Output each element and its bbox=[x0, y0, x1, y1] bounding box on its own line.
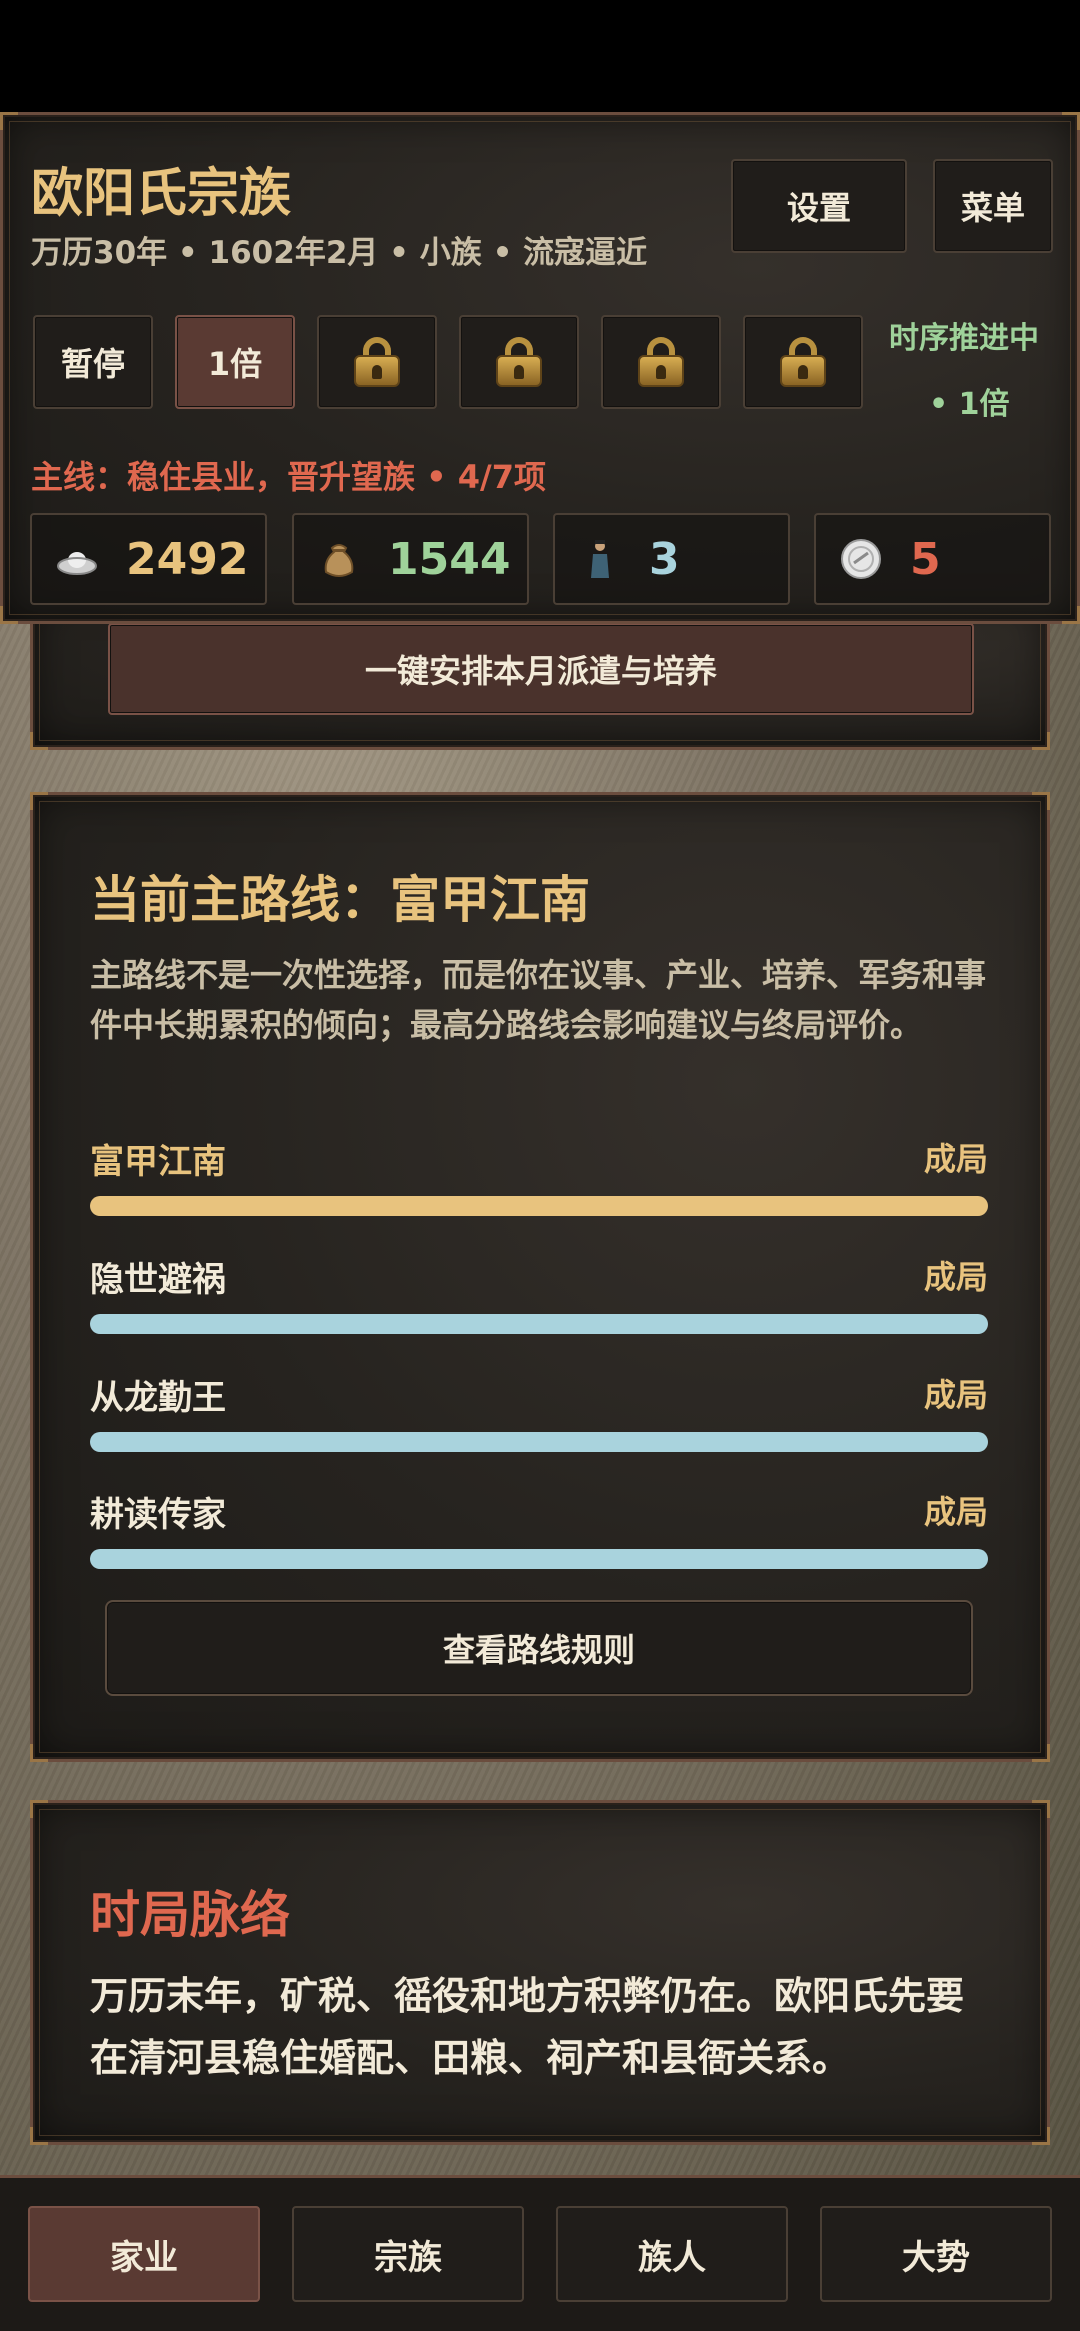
locked-speed-button-2[interactable] bbox=[459, 315, 579, 409]
clansman-resource[interactable]: 3 bbox=[553, 513, 790, 605]
nav-tab-clan[interactable]: 宗族 bbox=[292, 2206, 524, 2302]
nav-tab-world[interactable]: 大势 bbox=[820, 2206, 1052, 2302]
route-state: 成局 bbox=[923, 1258, 988, 1296]
settings-label: 设置 bbox=[786, 189, 851, 227]
route-name: 隐世避祸 bbox=[90, 1260, 226, 1300]
reputation-value: 5 bbox=[910, 533, 941, 585]
view-route-rules-label: 查看路线规则 bbox=[442, 1631, 635, 1669]
route-state: 成局 bbox=[923, 1493, 988, 1531]
route-state: 成局 bbox=[923, 1376, 988, 1414]
nav-tab-label: 宗族 bbox=[374, 2237, 442, 2278]
auto-arrange-label: 一键安排本月派遣与培养 bbox=[364, 652, 717, 690]
clansman-icon bbox=[579, 538, 621, 580]
locked-speed-button-4[interactable] bbox=[743, 315, 863, 409]
mainline-objective: 主线：稳住县业，晋升望族 • 4/7项 bbox=[31, 458, 546, 496]
route-row: 隐世避祸 成局 bbox=[90, 1252, 988, 1342]
silver-ingot-icon bbox=[56, 538, 98, 580]
clan-title: 欧阳氏宗族 bbox=[31, 164, 292, 224]
speed-1x-label: 1倍 bbox=[207, 345, 263, 383]
route-panel-title: 当前主路线：富甲江南 bbox=[90, 871, 590, 929]
route-progress-bar bbox=[90, 1432, 988, 1452]
nav-tab-label: 大势 bbox=[902, 2237, 970, 2278]
silver-value: 2492 bbox=[126, 533, 249, 585]
silver-resource[interactable]: 2492 bbox=[30, 513, 267, 605]
pause-button[interactable]: 暂停 bbox=[33, 315, 153, 409]
menu-button[interactable]: 菜单 bbox=[933, 159, 1053, 253]
lock-icon bbox=[492, 335, 546, 389]
pause-label: 暂停 bbox=[60, 345, 125, 383]
reputation-coin-icon bbox=[840, 538, 882, 580]
route-name: 从龙勤王 bbox=[90, 1378, 226, 1418]
lock-icon bbox=[350, 335, 404, 389]
grain-value: 1544 bbox=[388, 533, 511, 585]
route-name: 耕读传家 bbox=[90, 1495, 226, 1535]
time-status: 时序推进中 bbox=[889, 321, 1039, 356]
locked-speed-button-1[interactable] bbox=[317, 315, 437, 409]
nav-tab-estate[interactable]: 家业 bbox=[28, 2206, 260, 2302]
nav-tab-label: 族人 bbox=[638, 2237, 706, 2278]
grain-resource[interactable]: 1544 bbox=[292, 513, 529, 605]
reputation-resource[interactable]: 5 bbox=[814, 513, 1051, 605]
lock-icon bbox=[776, 335, 830, 389]
date-meta: 万历30年 • 1602年2月 • 小族 • 流寇逼近 bbox=[31, 235, 648, 271]
locked-speed-button-3[interactable] bbox=[601, 315, 721, 409]
route-row: 从龙勤王 成局 bbox=[90, 1370, 988, 1460]
situation-title: 时局脉络 bbox=[90, 1886, 290, 1944]
situation-text: 万历末年，矿税、徭役和地方积弊仍在。欧阳氏先要在清河县稳住婚配、田粮、祠产和县衙… bbox=[90, 1974, 965, 2080]
route-name: 富甲江南 bbox=[90, 1142, 226, 1182]
route-progress-bar bbox=[90, 1314, 988, 1334]
view-route-rules-button[interactable]: 查看路线规则 bbox=[105, 1600, 973, 1696]
nav-tab-label: 家业 bbox=[110, 2237, 178, 2278]
route-progress-bar bbox=[90, 1196, 988, 1216]
clansman-value: 3 bbox=[649, 533, 680, 585]
route-state: 成局 bbox=[923, 1140, 988, 1178]
lock-icon bbox=[634, 335, 688, 389]
route-row: 耕读传家 成局 bbox=[90, 1487, 988, 1577]
route-progress-bar bbox=[90, 1549, 988, 1569]
auto-arrange-button[interactable]: 一键安排本月派遣与培养 bbox=[108, 623, 974, 715]
nav-tab-members[interactable]: 族人 bbox=[556, 2206, 788, 2302]
menu-label: 菜单 bbox=[960, 189, 1025, 227]
route-row: 富甲江南 成局 bbox=[90, 1134, 988, 1224]
speed-1x-button[interactable]: 1倍 bbox=[175, 315, 295, 409]
route-panel-description: 主路线不是一次性选择，而是你在议事、产业、培养、军务和事件中长期累积的倾向；最高… bbox=[90, 956, 987, 1044]
settings-button[interactable]: 设置 bbox=[731, 159, 907, 253]
grain-sack-icon bbox=[318, 538, 360, 580]
time-speed-status: • 1倍 bbox=[929, 387, 1010, 422]
